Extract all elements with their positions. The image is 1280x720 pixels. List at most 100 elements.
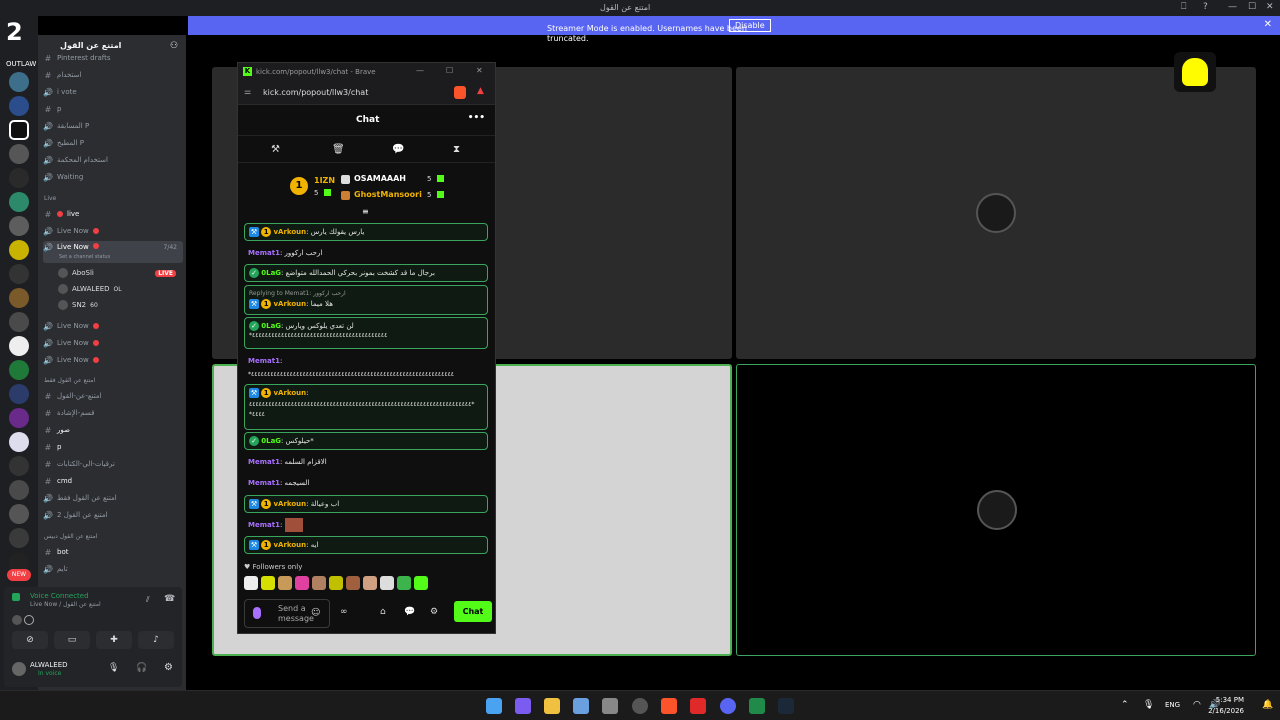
- chat-message[interactable]: ⚒ 1 vArkoun: ايه: [244, 536, 488, 554]
- chat-message[interactable]: ✓ 0LaG: حيلوكس*: [244, 432, 488, 450]
- channel-item[interactable]: # p: [43, 102, 183, 116]
- trash-icon[interactable]: 🗑: [332, 144, 345, 155]
- language-indicator[interactable]: ENG: [1165, 701, 1180, 709]
- voice-channel-item[interactable]: 🔊 تايم: [43, 562, 183, 576]
- channel-item[interactable]: # cmd: [43, 474, 183, 488]
- emoji-icon[interactable]: ☺: [311, 608, 320, 618]
- clock[interactable]: 5:34 PM 2/16/2026: [1208, 695, 1244, 717]
- voice-channel-selected[interactable]: 🔊 Live Now 7/42 Set a channel status: [43, 241, 183, 263]
- close-button[interactable]: ✕: [1266, 2, 1274, 12]
- channel-item[interactable]: # bot: [43, 545, 183, 559]
- inbox-icon[interactable]: ⎕: [1181, 2, 1186, 12]
- third-gifter-name[interactable]: GhostMansoori: [354, 190, 422, 199]
- screen-share-button[interactable]: ▭: [54, 631, 90, 649]
- emote[interactable]: [397, 576, 411, 590]
- voice-user[interactable]: ALWALEED OL: [58, 284, 122, 294]
- channel-item[interactable]: # صور: [43, 423, 183, 437]
- category-live[interactable]: Live: [44, 195, 56, 202]
- snapchat-icon[interactable]: [1174, 52, 1216, 92]
- emote[interactable]: [261, 576, 275, 590]
- close-button[interactable]: ✕: [476, 66, 483, 75]
- second-gifter-name[interactable]: OSAMAAAH: [354, 174, 406, 183]
- voice-channel-item[interactable]: 🔊 امتنع عن القول فقط: [43, 491, 183, 505]
- chat-message[interactable]: Memat1: ارحب اركوور: [244, 245, 488, 261]
- emote[interactable]: [278, 576, 292, 590]
- voice-user[interactable]: SN2 60: [58, 300, 98, 310]
- voice-channel-item[interactable]: 🔊 Live Now: [43, 353, 183, 367]
- channel-status[interactable]: Set a channel status: [59, 254, 110, 260]
- notification-bell-icon[interactable]: 🔔: [1262, 700, 1273, 710]
- calculator-icon[interactable]: [602, 698, 618, 714]
- server-icon[interactable]: [9, 240, 29, 260]
- excel-icon[interactable]: [749, 698, 765, 714]
- voice-channel-item[interactable]: 🔊 Live Now: [43, 224, 183, 238]
- chat-message[interactable]: Memat1: السيجمه: [244, 475, 488, 491]
- headphones-icon[interactable]: 🎧: [136, 663, 147, 673]
- help-icon[interactable]: ?: [1203, 2, 1208, 12]
- server-icon[interactable]: [9, 384, 29, 404]
- video-tile[interactable]: [736, 67, 1256, 359]
- voice-user[interactable]: AboSli LIVE: [58, 268, 182, 278]
- server-icon[interactable]: [9, 216, 29, 236]
- brave-shield-icon[interactable]: [454, 86, 466, 99]
- url-bar[interactable]: ⚌ kick.com/popout/llw3/chat ▲: [238, 81, 495, 105]
- server-icon[interactable]: [9, 480, 29, 500]
- emote[interactable]: [244, 576, 258, 590]
- server-icon[interactable]: [9, 72, 29, 92]
- hourglass-icon[interactable]: ⧗: [453, 144, 460, 155]
- disconnect-icon[interactable]: ☎: [164, 594, 175, 604]
- server-icon[interactable]: [9, 144, 29, 164]
- emote[interactable]: [312, 576, 326, 590]
- server-icon[interactable]: [9, 528, 29, 548]
- emote[interactable]: [363, 576, 377, 590]
- emote-image[interactable]: [284, 518, 303, 532]
- channel-item[interactable]: # ترقيات-الي-الكتابات: [43, 457, 183, 471]
- emote[interactable]: [295, 576, 309, 590]
- microphone-icon[interactable]: 🎙: [108, 663, 119, 673]
- disable-button[interactable]: Disable: [729, 19, 771, 32]
- maximize-button[interactable]: ☐: [1248, 2, 1256, 12]
- store-icon[interactable]: ⌂: [380, 607, 386, 617]
- add-user-icon[interactable]: ⚇: [170, 41, 178, 51]
- outlaw-logo[interactable]: 2: [6, 18, 32, 52]
- server-icon[interactable]: [9, 168, 29, 188]
- copilot-icon[interactable]: [515, 698, 531, 714]
- avatar[interactable]: [12, 662, 26, 676]
- obs-icon[interactable]: [632, 698, 648, 714]
- maximize-button[interactable]: ☐: [446, 66, 453, 75]
- hammer-icon[interactable]: ⚒: [271, 144, 280, 155]
- app-icon[interactable]: [690, 698, 706, 714]
- minimize-button[interactable]: —: [416, 66, 424, 75]
- collapse-icon[interactable]: ≡: [362, 207, 369, 216]
- soundboard-button[interactable]: ♪: [138, 631, 174, 649]
- server-icon[interactable]: [9, 456, 29, 476]
- emote[interactable]: [380, 576, 394, 590]
- channel-item[interactable]: # استخدام: [43, 68, 183, 82]
- channel-item[interactable]: # Pinterest drafts: [43, 51, 183, 65]
- microphone-icon[interactable]: 🎙: [1143, 700, 1154, 710]
- new-badge[interactable]: NEW: [7, 569, 31, 581]
- video-tile-speaking[interactable]: [736, 364, 1256, 656]
- server-icon[interactable]: [9, 96, 29, 116]
- chat-message[interactable]: ⚒ 1 vArkoun: اب وعيالة: [244, 495, 488, 513]
- server-icon[interactable]: [9, 408, 29, 428]
- server-icon[interactable]: [9, 264, 29, 284]
- emote[interactable]: [414, 576, 428, 590]
- start-icon[interactable]: [486, 698, 502, 714]
- voice-channel-item[interactable]: 🔊 Live Now: [43, 319, 183, 333]
- steam-icon[interactable]: [778, 698, 794, 714]
- server-icon[interactable]: [9, 312, 29, 332]
- wifi-icon[interactable]: ◠: [1193, 700, 1201, 710]
- category[interactable]: امتنع عن القول دبيس: [44, 533, 97, 540]
- chat-message[interactable]: ⚒ 1 vArkoun: ٤٤٤٤٤٤٤٤٤٤٤٤٤٤٤٤٤٤٤٤٤٤٤٤٤٤٤٤…: [244, 384, 488, 430]
- noise-suppression-icon[interactable]: ⫽: [146, 595, 150, 605]
- voice-channel-item[interactable]: 🔊 امتنع عن القول 2: [43, 508, 183, 522]
- channel-item[interactable]: # p: [43, 440, 183, 454]
- settings-gear-icon[interactable]: ⚙: [164, 662, 173, 673]
- chat-bubble-icon[interactable]: 💬: [404, 607, 415, 617]
- more-options-icon[interactable]: •••: [468, 113, 485, 123]
- channel-item[interactable]: 🔊 Waiting: [43, 170, 183, 184]
- brave-icon[interactable]: [661, 698, 677, 714]
- voice-status[interactable]: Voice Connected: [30, 592, 89, 600]
- microphone-icon[interactable]: [253, 607, 261, 619]
